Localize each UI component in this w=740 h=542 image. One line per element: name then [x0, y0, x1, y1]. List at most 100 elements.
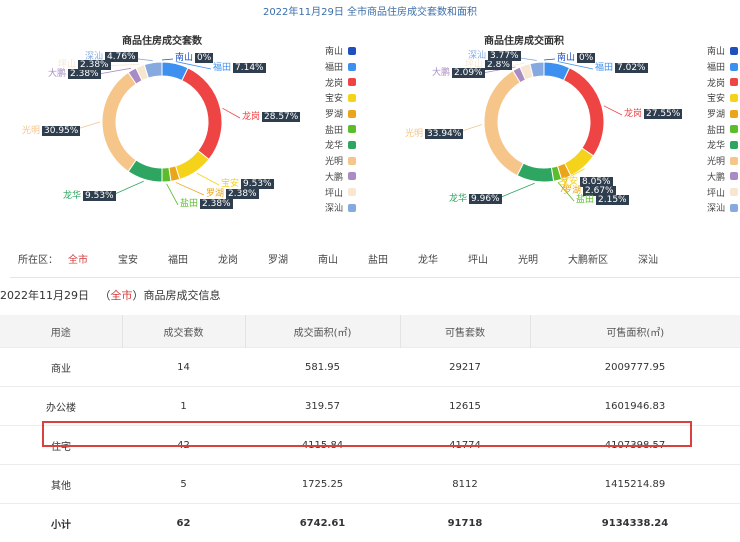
filter-item[interactable]: 福田 — [168, 251, 218, 266]
legend-item[interactable]: 龙华 — [280, 137, 356, 153]
filter-item[interactable]: 罗湖 — [268, 251, 318, 266]
slice-label-name: 龙华 — [449, 194, 467, 204]
donut-slice-光明[interactable] — [484, 71, 523, 176]
legend-swatch — [730, 47, 738, 55]
legend-item[interactable]: 南山 — [280, 43, 356, 59]
donut-slice-盐田[interactable] — [162, 167, 171, 182]
filter-item[interactable]: 龙华 — [418, 251, 468, 266]
filter-item[interactable]: 大鹏新区 — [568, 251, 638, 266]
filter-item[interactable]: 盐田 — [368, 251, 418, 266]
slice-label-name: 大鹏 — [432, 68, 450, 78]
legend-item[interactable]: 龙华 — [662, 137, 738, 153]
legend-swatch — [730, 188, 738, 196]
table-cell: 319.57 — [245, 387, 400, 426]
legend-item[interactable]: 大鹏 — [280, 169, 356, 185]
legend-swatch — [348, 47, 356, 55]
legend-label: 南山 — [325, 44, 343, 57]
legend-swatch — [348, 78, 356, 86]
donut-slice-龙华[interactable] — [517, 163, 554, 182]
legend-item[interactable]: 光明 — [280, 153, 356, 169]
filter-item[interactable]: 宝安 — [118, 251, 168, 266]
filter-item[interactable]: 深汕 — [638, 251, 688, 266]
slice-label: 福田7.14% — [213, 63, 266, 74]
filter-item[interactable]: 南山 — [318, 251, 368, 266]
slice-label-name: 盐田 — [576, 195, 594, 205]
info-area: 全市 — [111, 289, 133, 302]
legend-label: 龙华 — [325, 138, 343, 151]
donut-slice-宝安[interactable] — [176, 151, 209, 180]
leader-line — [510, 63, 524, 66]
legend-item[interactable]: 龙岗 — [662, 74, 738, 90]
legend-item[interactable]: 罗湖 — [280, 106, 356, 122]
slice-label-name: 深汕 — [85, 52, 103, 62]
legend-label: 大鹏 — [707, 170, 725, 183]
legend-label: 光明 — [707, 154, 725, 167]
slice-label-name: 龙岗 — [624, 109, 642, 119]
slice-label-percent: 9.53% — [241, 179, 274, 189]
filter-item[interactable]: 全市 — [68, 251, 118, 266]
legend-swatch — [348, 188, 356, 196]
legend-label: 宝安 — [325, 91, 343, 104]
slice-label: 龙华9.53% — [63, 191, 116, 202]
legend-swatch — [348, 110, 356, 118]
legend-swatch — [348, 125, 356, 133]
chart-legend: 南山福田龙岗宝安罗湖盐田龙华光明大鹏坪山深汕 — [662, 43, 738, 216]
legend-item[interactable]: 深汕 — [662, 200, 738, 216]
legend-label: 光明 — [325, 154, 343, 167]
slice-label-percent: 0% — [195, 53, 213, 63]
leader-line — [197, 173, 219, 185]
legend-item[interactable]: 光明 — [662, 153, 738, 169]
filter-item[interactable]: 坪山 — [468, 251, 518, 266]
column-header: 成交套数 — [122, 315, 245, 348]
info-line: 2022年11月29日 （全市）商品房成交信息 — [0, 287, 221, 303]
leader-line — [167, 184, 178, 205]
slice-label-percent: 7.02% — [615, 63, 648, 73]
legend-item[interactable]: 南山 — [662, 43, 738, 59]
table-cell: 2009777.95 — [530, 348, 740, 387]
table-cell: 6742.61 — [245, 504, 400, 542]
table-cell: 62 — [122, 504, 245, 542]
table-cell: 14 — [122, 348, 245, 387]
legend-item[interactable]: 深汕 — [280, 200, 356, 216]
slice-label-percent: 30.95% — [42, 126, 80, 136]
legend-item[interactable]: 盐田 — [662, 121, 738, 137]
slice-label-name: 南山 — [557, 53, 575, 63]
filter-item[interactable]: 龙岗 — [218, 251, 268, 266]
legend-swatch — [348, 172, 356, 180]
slice-label: 盐田2.15% — [576, 195, 629, 206]
legend-item[interactable]: 龙岗 — [280, 74, 356, 90]
slice-label-percent: 9.53% — [83, 191, 116, 201]
legend-swatch — [348, 63, 356, 71]
slice-label-percent: 2.15% — [596, 195, 629, 205]
legend-item[interactable]: 宝安 — [662, 90, 738, 106]
legend-item[interactable]: 福田 — [280, 59, 356, 75]
slice-label-name: 龙岗 — [242, 112, 260, 122]
legend-label: 深汕 — [325, 201, 343, 214]
legend-item[interactable]: 盐田 — [280, 121, 356, 137]
filter-item[interactable]: 光明 — [518, 251, 568, 266]
donut-slice-光明[interactable] — [102, 72, 136, 171]
chart-legend: 南山福田龙岗宝安罗湖盐田龙华光明大鹏坪山深汕 — [280, 43, 356, 216]
legend-label: 龙岗 — [707, 76, 725, 89]
legend-label: 大鹏 — [325, 170, 343, 183]
slice-label-name: 光明 — [405, 129, 423, 139]
donut-slice-龙岗[interactable] — [564, 68, 604, 156]
legend-swatch — [730, 157, 738, 165]
legend-item[interactable]: 大鹏 — [662, 169, 738, 185]
info-suffix: 商品房成交信息 — [144, 289, 221, 302]
legend-item[interactable]: 罗湖 — [662, 106, 738, 122]
slice-label-name: 光明 — [22, 126, 40, 136]
column-header: 可售面积(㎡) — [530, 315, 740, 348]
donut-slice-龙岗[interactable] — [182, 68, 222, 159]
slice-label: 光明33.94% — [405, 129, 463, 140]
slice-label-percent: 7.14% — [233, 63, 266, 73]
legend-item[interactable]: 坪山 — [662, 184, 738, 200]
legend-item[interactable]: 宝安 — [280, 90, 356, 106]
legend-label: 罗湖 — [325, 107, 343, 120]
table-cell: 581.95 — [245, 348, 400, 387]
slice-label: 南山0% — [175, 53, 213, 64]
legend-item[interactable]: 坪山 — [280, 184, 356, 200]
slice-label-percent: 3.77% — [488, 51, 521, 61]
legend-label: 盐田 — [707, 123, 725, 136]
legend-item[interactable]: 福田 — [662, 59, 738, 75]
